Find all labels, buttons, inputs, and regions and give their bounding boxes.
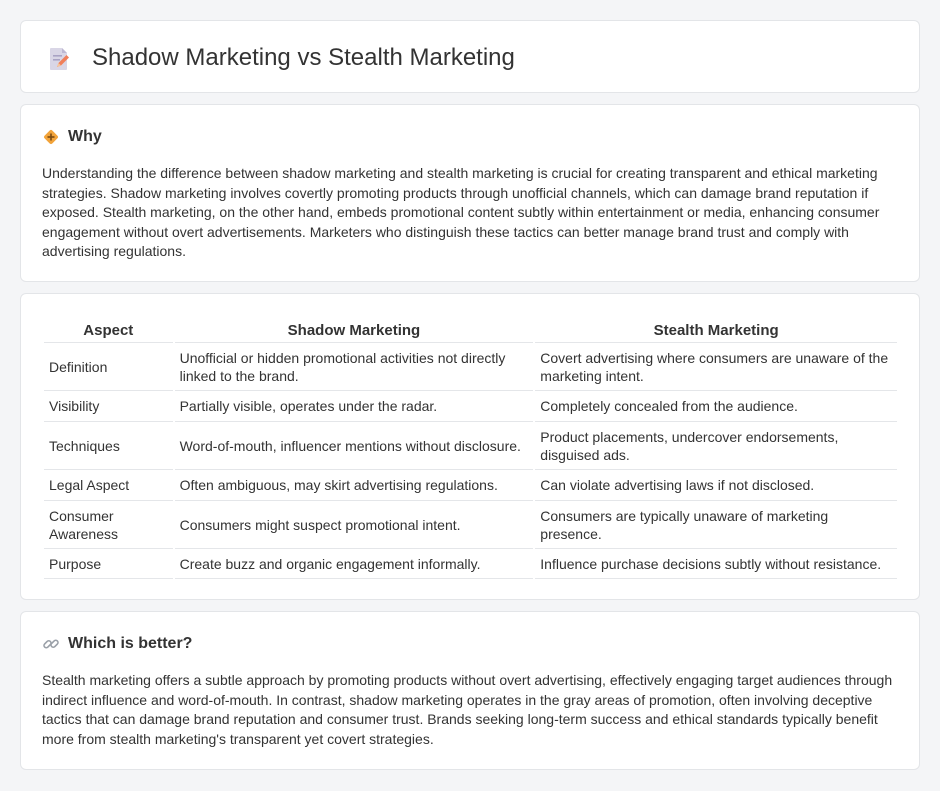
- why-title: Why: [68, 128, 102, 145]
- link-icon: [43, 639, 59, 649]
- table-header-row: Aspect Shadow Marketing Stealth Marketin…: [44, 314, 897, 342]
- stealth-cell: Product placements, undercover endorseme…: [535, 421, 897, 469]
- better-title: Which is better?: [68, 635, 193, 652]
- shadow-cell: Unofficial or hidden promotional activit…: [174, 342, 534, 390]
- aspect-cell: Definition: [44, 342, 173, 390]
- aspect-cell: Consumer Awareness: [44, 500, 173, 548]
- table-row: Purpose Create buzz and organic engageme…: [44, 548, 897, 579]
- header-shadow: Shadow Marketing: [287, 321, 421, 339]
- why-heading: Why: [42, 128, 102, 146]
- aspect-cell: Purpose: [44, 548, 173, 579]
- stealth-cell: Consumers are typically unaware of marke…: [535, 500, 897, 548]
- which-better-card: Which is better? Stealth marketing offer…: [20, 611, 920, 770]
- diamond-sign-icon: [44, 130, 58, 144]
- table-row: Techniques Word-of-mouth, influencer men…: [44, 421, 897, 469]
- stealth-cell: Influence purchase decisions subtly with…: [535, 548, 897, 579]
- header-card: Shadow Marketing vs Stealth Marketing: [20, 20, 920, 93]
- why-paragraph: Understanding the difference between sha…: [42, 165, 880, 259]
- aspect-cell: Visibility: [44, 390, 173, 421]
- stealth-cell: Completely concealed from the audience.: [535, 390, 897, 421]
- header-aspect: Aspect: [83, 321, 134, 339]
- page-title: Shadow Marketing vs Stealth Marketing: [92, 44, 515, 71]
- stealth-cell: Can violate advertising laws if not disc…: [535, 469, 897, 500]
- table-row: Visibility Partially visible, operates u…: [44, 390, 897, 421]
- comparison-card: Aspect Shadow Marketing Stealth Marketin…: [20, 293, 920, 600]
- better-heading: Which is better?: [42, 635, 192, 653]
- shadow-cell: Partially visible, operates under the ra…: [174, 390, 534, 421]
- stealth-cell: Covert advertising where consumers are u…: [535, 342, 897, 390]
- why-card: Why Understanding the difference between…: [20, 104, 920, 282]
- aspect-cell: Techniques: [44, 421, 173, 469]
- shadow-cell: Create buzz and organic engagement infor…: [174, 548, 534, 579]
- shadow-cell: Often ambiguous, may skirt advertising r…: [174, 469, 534, 500]
- document-pencil-icon: [50, 48, 69, 70]
- shadow-cell: Consumers might suspect promotional inte…: [174, 500, 534, 548]
- header-stealth: Stealth Marketing: [653, 321, 779, 339]
- aspect-cell: Legal Aspect: [44, 469, 173, 500]
- table-row: Consumer Awareness Consumers might suspe…: [44, 500, 897, 548]
- comparison-table: Aspect Shadow Marketing Stealth Marketin…: [42, 314, 899, 579]
- table-row: Legal Aspect Often ambiguous, may skirt …: [44, 469, 897, 500]
- shadow-cell: Word-of-mouth, influencer mentions witho…: [174, 421, 534, 469]
- better-paragraph: Stealth marketing offers a subtle approa…: [42, 672, 893, 747]
- table-row: Definition Unofficial or hidden promotio…: [44, 342, 897, 390]
